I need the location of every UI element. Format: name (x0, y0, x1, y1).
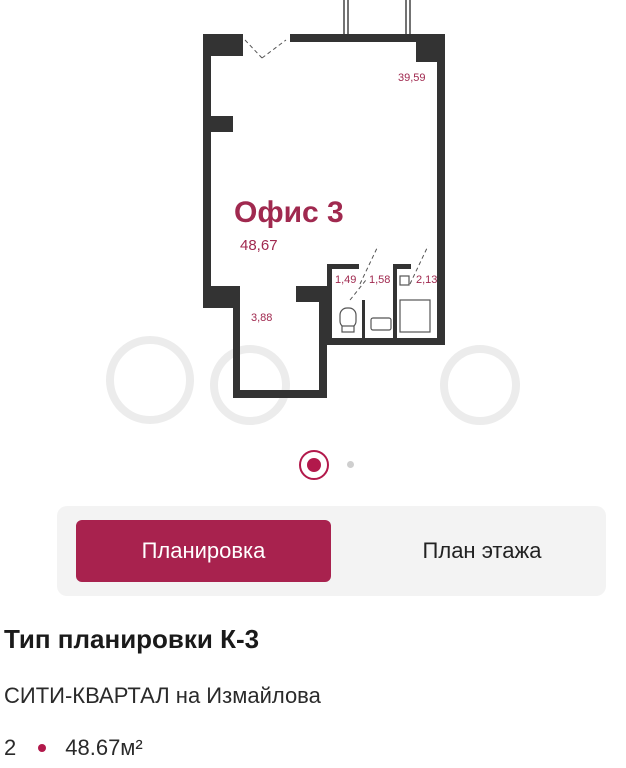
pager-dot-active[interactable] (299, 450, 329, 480)
tab-floor-plan[interactable]: План этажа (357, 520, 607, 582)
main-room-area: 48,67 (240, 237, 278, 254)
gallery-pager (0, 448, 626, 480)
layout-type-title: Тип планировки К-3 (4, 624, 260, 654)
tab-layout[interactable]: Планировка (76, 520, 331, 582)
floor-plan-image[interactable]: Офис 3 48,67 39,59 3,88 1,49 1,58 2,13 (0, 0, 626, 440)
plan-tabs: Планировка План этажа (57, 506, 606, 596)
wash-area: 1,58 (369, 274, 391, 286)
watermark-logo (106, 336, 520, 425)
rooms-count: 2 (4, 735, 17, 760)
listing-meta: 2 48.67м² (4, 735, 143, 761)
separator-dot-icon (38, 744, 47, 752)
complex-name: СИТИ-КВАРТАЛ на Измайлова (4, 683, 321, 708)
balcony-area: 39,59 (398, 72, 426, 84)
shower-area: 2,13 (416, 274, 438, 286)
corridor-area: 3,88 (251, 312, 273, 324)
pager-dot[interactable] (347, 461, 354, 468)
total-area: 48.67м² (65, 735, 143, 760)
wc-area: 1,49 (335, 274, 357, 286)
office-title: Офис 3 (234, 196, 344, 229)
